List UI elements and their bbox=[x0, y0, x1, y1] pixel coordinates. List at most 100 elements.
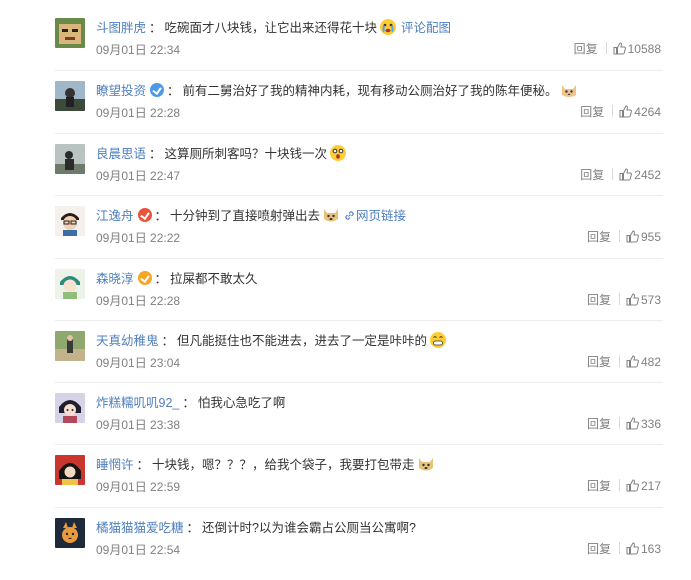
like-button[interactable]: 573 bbox=[626, 293, 661, 307]
divider bbox=[55, 444, 663, 445]
reply-button[interactable]: 回复 bbox=[587, 417, 611, 431]
comment-text: 十分钟到了直接喷射弹出去 bbox=[170, 209, 321, 223]
crying-face-icon bbox=[379, 18, 397, 36]
avatar[interactable] bbox=[55, 206, 85, 236]
like-count: 482 bbox=[640, 355, 661, 369]
colon: ： bbox=[186, 521, 200, 535]
like-button[interactable]: 163 bbox=[626, 542, 661, 556]
like-button[interactable]: 955 bbox=[626, 230, 661, 244]
username-link[interactable]: 江逸舟 bbox=[96, 209, 134, 223]
comment-text: 吃碗面才八块钱，让它出来还得花十块 bbox=[164, 21, 378, 35]
comment-actions: 回复 2452 bbox=[580, 166, 661, 184]
comment-actions: 回复 163 bbox=[587, 540, 661, 558]
comment-time: 09月01日 23:38 bbox=[96, 418, 181, 432]
avatar[interactable] bbox=[55, 18, 85, 48]
colon: ： bbox=[161, 334, 175, 348]
reply-button[interactable]: 回复 bbox=[587, 293, 611, 307]
username-link[interactable]: 睡惘许 bbox=[96, 458, 134, 472]
divider bbox=[55, 195, 663, 196]
comment-text: 怕我心急吃了啊 bbox=[197, 396, 286, 410]
avatar[interactable] bbox=[55, 81, 85, 111]
username-link[interactable]: 天真幼稚鬼 bbox=[96, 334, 159, 348]
like-button[interactable]: 482 bbox=[626, 355, 661, 369]
comment-line: 森晓淳 ：拉屎都不敢太久 bbox=[96, 269, 258, 289]
avatar[interactable] bbox=[55, 269, 85, 299]
comment-time: 09月01日 22:28 bbox=[96, 294, 181, 308]
divider bbox=[55, 382, 663, 383]
link-icon bbox=[345, 211, 354, 220]
like-button[interactable]: 217 bbox=[626, 479, 661, 493]
divider bbox=[55, 258, 663, 259]
reply-button[interactable]: 回复 bbox=[580, 168, 604, 182]
thumbs-up-icon bbox=[626, 293, 639, 306]
divider bbox=[612, 105, 614, 117]
comment-line: 天真幼稚鬼：但凡能挺住也不能进去，进去了一定是咔咔的 bbox=[96, 331, 447, 351]
like-count: 163 bbox=[640, 542, 661, 556]
reply-button[interactable]: 回复 bbox=[587, 355, 611, 369]
avatar[interactable] bbox=[55, 393, 85, 423]
comment-time: 09月01日 22:34 bbox=[96, 43, 181, 57]
shocked-face-icon bbox=[329, 144, 347, 162]
comment-line: 瞭望投资 ：前有二舅治好了我的精神内耗，现有移动公厕治好了我的陈年便秘。 bbox=[96, 81, 578, 101]
thumbs-up-icon bbox=[613, 42, 626, 55]
colon: ： bbox=[154, 272, 168, 286]
username-link[interactable]: 良晨思语 bbox=[96, 147, 146, 161]
avatar[interactable] bbox=[55, 518, 85, 548]
verified-badge-icon bbox=[137, 271, 152, 285]
avatar[interactable] bbox=[55, 455, 85, 485]
comment-line: 橘猫猫猫爱吃糖：还倒计时?以为谁会霸占公厕当公寓啊? bbox=[96, 518, 416, 538]
like-count: 2452 bbox=[634, 168, 661, 182]
divider bbox=[618, 355, 620, 367]
doge-face-icon bbox=[417, 455, 435, 473]
doge-face-icon bbox=[322, 206, 340, 224]
username-link[interactable]: 炸糕糯叽叽92_ bbox=[96, 396, 179, 410]
comment-text: 拉屎都不敢太久 bbox=[170, 272, 258, 286]
username-link[interactable]: 橘猫猫猫爱吃糖 bbox=[96, 521, 184, 535]
avatar[interactable] bbox=[55, 331, 85, 361]
comment-text: 前有二舅治好了我的精神内耗，现有移动公厕治好了我的陈年便秘。 bbox=[182, 84, 558, 98]
like-button[interactable]: 10588 bbox=[613, 42, 661, 56]
username-link[interactable]: 森晓淳 bbox=[96, 272, 134, 286]
colon: ： bbox=[154, 209, 168, 223]
like-count: 955 bbox=[640, 230, 661, 244]
username-link[interactable]: 斗图胖虎 bbox=[96, 21, 146, 35]
reply-button[interactable]: 回复 bbox=[587, 230, 611, 244]
verified-badge-icon bbox=[137, 208, 152, 222]
comment-actions: 回复 336 bbox=[587, 415, 661, 433]
thumbs-up-icon bbox=[619, 105, 633, 118]
comment-text: 但凡能挺住也不能进去，进去了一定是咔咔的 bbox=[177, 334, 428, 348]
username-link[interactable]: 瞭望投资 bbox=[96, 84, 146, 98]
web-link[interactable]: 网页链接 bbox=[344, 209, 406, 223]
comment-time: 09月01日 22:47 bbox=[96, 169, 181, 183]
comment-line: 斗图胖虎：吃碗面才八块钱，让它出来还得花十块 评论配图 bbox=[96, 18, 451, 38]
thumbs-up-icon bbox=[626, 355, 639, 368]
reply-button[interactable]: 回复 bbox=[587, 542, 611, 556]
like-count: 573 bbox=[640, 293, 661, 307]
comment-actions: 回复 955 bbox=[587, 228, 661, 246]
divider bbox=[618, 230, 620, 242]
comment-time: 09月01日 22:22 bbox=[96, 231, 181, 245]
thumbs-up-icon bbox=[626, 230, 639, 243]
colon: ： bbox=[149, 21, 162, 35]
reply-button[interactable]: 回复 bbox=[587, 479, 611, 493]
comment-text: 这算厕所刺客吗？十块钱一次 bbox=[164, 147, 328, 161]
like-count: 10588 bbox=[627, 42, 661, 56]
comment-actions: 回复 573 bbox=[587, 291, 661, 309]
like-button[interactable]: 2452 bbox=[619, 168, 661, 182]
comment-line: 炸糕糯叽叽92_：怕我心急吃了啊 bbox=[96, 393, 285, 413]
like-count: 217 bbox=[640, 479, 661, 493]
divider bbox=[55, 320, 663, 321]
reply-button[interactable]: 回复 bbox=[580, 105, 604, 119]
comment-image-link[interactable]: 评论配图 bbox=[401, 21, 451, 35]
like-button[interactable]: 4264 bbox=[619, 105, 661, 119]
reply-button[interactable]: 回复 bbox=[574, 42, 598, 56]
comment-line: 良晨思语：这算厕所刺客吗？十块钱一次 bbox=[96, 144, 347, 164]
comment-time: 09月01日 22:28 bbox=[96, 106, 181, 120]
grin-face-icon bbox=[429, 331, 447, 349]
comment-text: 十块钱，嗯？？？，给我个袋子，我要打包带走 bbox=[152, 458, 415, 472]
comment-time: 09月01日 23:04 bbox=[96, 356, 181, 370]
divider bbox=[55, 507, 663, 508]
avatar[interactable] bbox=[55, 144, 85, 174]
like-button[interactable]: 336 bbox=[626, 417, 661, 431]
divider bbox=[605, 42, 607, 54]
